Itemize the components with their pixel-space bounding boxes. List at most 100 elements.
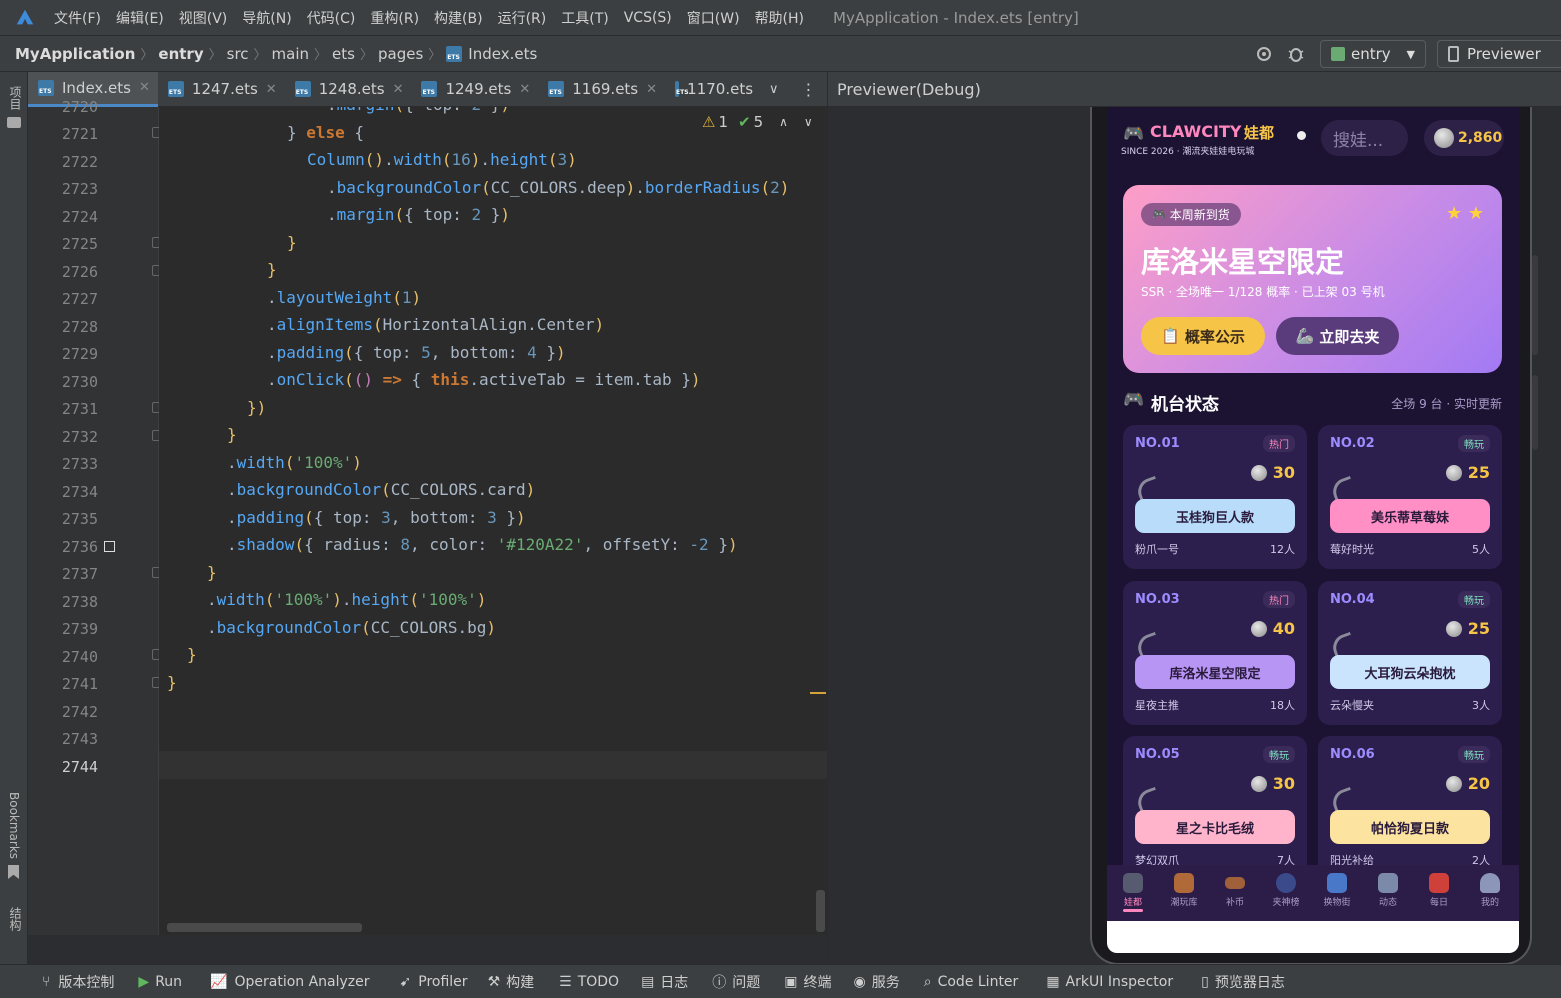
crumb-project[interactable]: MyApplication — [15, 45, 135, 63]
line-number: 2720 — [61, 98, 98, 116]
machine-card[interactable]: NO.01 热门 30 玉桂狗巨人款 粉爪一号 12人 — [1123, 425, 1307, 569]
menu-help[interactable]: 帮助(H) — [755, 8, 804, 28]
tool-previewer-log[interactable]: ▯ 预览器日志 — [1201, 972, 1285, 992]
machine-no: NO.02 — [1330, 436, 1375, 451]
structure-tool-label[interactable]: 结构 — [7, 907, 24, 931]
menu-file[interactable]: 文件(F) — [54, 8, 101, 28]
menu-vcs[interactable]: VCS(S) — [624, 10, 672, 26]
menu-build[interactable]: 构建(B) — [434, 8, 483, 28]
machine-card[interactable]: NO.04 畅玩 25 大耳狗云朵抱枕 云朵慢夹 3人 — [1318, 581, 1502, 725]
tool-run[interactable]: ▶ Run — [138, 974, 182, 990]
line-number: 2736 — [61, 538, 98, 556]
bug-icon[interactable] — [1287, 45, 1305, 63]
menu-window[interactable]: 窗口(W) — [687, 8, 740, 28]
tool-operation-analyzer[interactable]: 📈 Operation Analyzer — [210, 974, 369, 990]
search-input[interactable]: 搜娃... — [1321, 120, 1408, 156]
menu-run[interactable]: 运行(R) — [498, 8, 547, 28]
tool-version-control[interactable]: ⑂ 版本控制 — [42, 972, 114, 992]
close-icon[interactable]: ✕ — [519, 82, 530, 97]
tool-build[interactable]: ⚒ 构建 — [488, 972, 535, 992]
tab-1170-ets[interactable]: 1170.ets — [665, 72, 761, 107]
gamepad-icon — [1123, 873, 1143, 893]
vertical-scrollbar[interactable] — [816, 890, 825, 932]
horizontal-scrollbar[interactable] — [167, 923, 362, 932]
trophy-icon — [1276, 873, 1296, 893]
play-now-button[interactable]: 🦾 立即去夹 — [1276, 317, 1399, 355]
terminal-icon: ▣ — [784, 973, 798, 990]
crumb-ets[interactable]: ets — [332, 45, 355, 63]
module-select[interactable]: entry ▼ — [1320, 40, 1426, 68]
tool-log[interactable]: ▤ 日志 — [641, 972, 688, 992]
nav-item-home[interactable]: 娃都 — [1113, 873, 1153, 912]
tab-1249-ets[interactable]: 1249.ets ✕ — [411, 72, 538, 107]
tab-1248-ets[interactable]: 1248.ets ✕ — [285, 72, 412, 107]
tool-problems[interactable]: ⓘ 问题 — [712, 972, 760, 992]
machine-card[interactable]: NO.06 畅玩 20 帕恰狗夏日款 阳光补给 2人 — [1318, 736, 1502, 880]
tool-todo[interactable]: ☰ TODO — [559, 974, 619, 990]
menu-navigate[interactable]: 导航(N) — [242, 8, 291, 28]
close-icon[interactable]: ✕ — [646, 82, 657, 97]
close-icon[interactable]: ✕ — [393, 82, 404, 97]
close-icon[interactable]: ✕ — [139, 80, 150, 95]
nav-item-me[interactable]: 我的 — [1470, 873, 1510, 908]
tool-terminal[interactable]: ▣ 终端 — [784, 972, 831, 992]
project-tool-label[interactable]: 项目 — [7, 86, 24, 110]
nav-item-ranking[interactable]: 夹神榜 — [1266, 873, 1306, 908]
crumb-main[interactable]: main — [272, 45, 309, 63]
previewer-label: Previewer — [1467, 45, 1541, 63]
bookmarks-tool-label[interactable]: Bookmarks — [7, 792, 21, 859]
crumb-pages[interactable]: pages — [378, 45, 423, 63]
coin-icon — [1250, 620, 1267, 637]
nav-item-toys[interactable]: 潮玩库 — [1164, 873, 1204, 908]
chevron-down-icon: ▼ — [1406, 47, 1415, 61]
nav-item-feed[interactable]: 动态 — [1368, 873, 1408, 908]
probability-button[interactable]: 📋 概率公示 — [1141, 317, 1265, 355]
menu-tools[interactable]: 工具(T) — [561, 8, 608, 28]
inspector-icon: ▦ — [1046, 973, 1060, 990]
code-editor[interactable]: .margin({ top: 2 }) } else { Column().wi… — [159, 107, 827, 935]
menu-edit[interactable]: 编辑(E) — [116, 8, 164, 28]
exchange-icon — [1327, 873, 1347, 893]
app-logo-icon — [16, 9, 34, 24]
chevron-down-icon[interactable]: ∨ — [804, 115, 813, 129]
close-icon[interactable]: ✕ — [266, 82, 277, 97]
chevron-up-icon[interactable]: ∧ — [779, 115, 788, 129]
tool-services[interactable]: ◉ 服务 — [854, 972, 900, 992]
coin-balance[interactable]: 2,860 — [1424, 120, 1504, 156]
previewer-button[interactable]: Previewer — [1437, 40, 1561, 68]
menu-code[interactable]: 代码(C) — [307, 8, 356, 28]
inspection-widget[interactable]: ⚠ 1 ✔ 5 ∧ ∨ — [702, 113, 813, 131]
target-icon[interactable] — [1255, 45, 1273, 63]
menu-view[interactable]: 视图(V) — [179, 8, 228, 28]
nav-item-daily[interactable]: 每日 — [1419, 873, 1459, 908]
code-line: .width('100%') — [227, 453, 362, 472]
app-bottom-nav: 娃都 潮玩库 补币 夹神榜 换物街 动态 每日 我的 — [1107, 865, 1519, 921]
bookmark-icon[interactable] — [8, 865, 19, 879]
crumb-module[interactable]: entry — [158, 45, 203, 63]
gamepad-icon: 🎮 — [1123, 124, 1145, 144]
machine-no: NO.06 — [1330, 747, 1375, 762]
machine-card[interactable]: NO.03 热门 40 库洛米星空限定 星夜主推 18人 — [1123, 581, 1307, 725]
more-vertical-icon[interactable]: ⋮ — [801, 80, 817, 99]
crumb-src[interactable]: src — [227, 45, 249, 63]
notification-dot-icon[interactable] — [1297, 131, 1306, 140]
folder-icon[interactable] — [7, 117, 21, 128]
tab-list-chevron-icon[interactable]: ∨ — [769, 82, 779, 97]
machine-cost: 25 — [1445, 619, 1490, 638]
tab-1169-ets[interactable]: 1169.ets ✕ — [538, 72, 665, 107]
nav-item-exchange[interactable]: 换物街 — [1317, 873, 1357, 908]
tool-arkui-inspector[interactable]: ▦ ArkUI Inspector — [1046, 974, 1173, 990]
promo-banner[interactable]: 🎮 本周新到货 ★ ★ 库洛米星空限定 SSR · 全场唯一 1/128 概率 ·… — [1123, 185, 1502, 373]
crumb-file[interactable]: Index.ets — [468, 45, 537, 63]
code-line: .onClick(() => { this.activeTab = item.t… — [267, 370, 701, 389]
prize-name: 美乐蒂草莓妹 — [1330, 499, 1490, 533]
previewer-header: Previewer(Debug) — [827, 72, 1561, 107]
machine-card[interactable]: NO.02 畅玩 25 美乐蒂草莓妹 莓好时光 5人 — [1318, 425, 1502, 569]
nav-item-coins[interactable]: 补币 — [1215, 873, 1255, 908]
menu-refactor[interactable]: 重构(R) — [370, 8, 419, 28]
tab-1247-ets[interactable]: 1247.ets ✕ — [158, 72, 285, 107]
color-swatch-icon[interactable] — [104, 541, 115, 552]
machine-card[interactable]: NO.05 畅玩 30 星之卡比毛绒 梦幻双爪 7人 — [1123, 736, 1307, 880]
tool-code-linter[interactable]: ⌕ Code Linter — [924, 974, 1019, 990]
tool-profiler[interactable]: ➹ Profiler — [400, 974, 468, 990]
